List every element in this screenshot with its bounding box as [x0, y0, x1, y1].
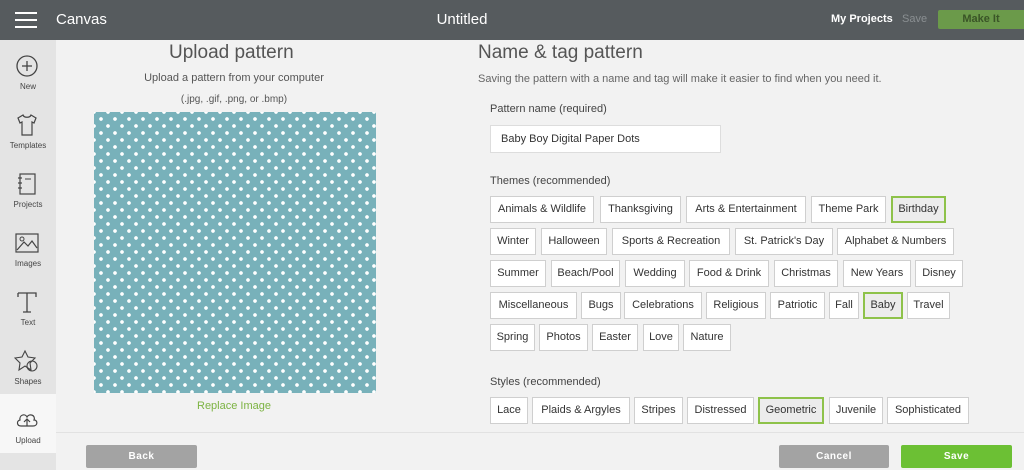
- sidebar-item-shapes[interactable]: Shapes: [0, 335, 56, 394]
- document-title[interactable]: Untitled: [0, 11, 924, 28]
- theme-tag[interactable]: Arts & Entertainment: [686, 196, 806, 223]
- theme-tag[interactable]: Beach/Pool: [551, 260, 620, 287]
- style-tag-selected[interactable]: Geometric: [758, 397, 824, 424]
- theme-tag[interactable]: Patriotic: [770, 292, 825, 319]
- sidebar-item-new[interactable]: New: [0, 40, 56, 99]
- sidebar-item-label: Upload: [15, 436, 41, 445]
- sidebar-item-label: Templates: [9, 141, 47, 150]
- sidebar-item-label: Text: [20, 318, 36, 327]
- theme-tag[interactable]: Photos: [539, 324, 588, 351]
- theme-tag[interactable]: St. Patrick's Day: [735, 228, 833, 255]
- theme-tag[interactable]: Summer: [490, 260, 546, 287]
- back-button[interactable]: Back: [86, 445, 197, 468]
- sidebar-item-label: New: [19, 82, 36, 91]
- theme-tag[interactable]: Thanksgiving: [600, 196, 681, 223]
- pattern-name-input[interactable]: [490, 125, 721, 153]
- name-tag-title: Name & tag pattern: [478, 42, 643, 63]
- theme-tag[interactable]: Christmas: [774, 260, 838, 287]
- sidebar-item-upload[interactable]: Upload: [0, 394, 56, 453]
- theme-tag[interactable]: Theme Park: [811, 196, 886, 223]
- theme-tag-selected[interactable]: Baby: [863, 292, 903, 319]
- pattern-name-label: Pattern name (required): [490, 103, 607, 115]
- style-tag[interactable]: Sophisticated: [887, 397, 969, 424]
- theme-tag[interactable]: New Years: [843, 260, 911, 287]
- make-it-button[interactable]: Make It: [938, 10, 1024, 29]
- theme-tag[interactable]: Animals & Wildlife: [490, 196, 594, 223]
- tshirt-icon: [17, 114, 37, 136]
- sidebar-item-projects[interactable]: Projects: [0, 158, 56, 217]
- theme-tag[interactable]: Halloween: [541, 228, 607, 255]
- theme-tag[interactable]: Wedding: [625, 260, 685, 287]
- theme-tag[interactable]: Miscellaneous: [490, 292, 577, 319]
- replace-image-link[interactable]: Replace Image: [56, 400, 412, 412]
- style-tag[interactable]: Stripes: [634, 397, 683, 424]
- text-t-icon: [17, 292, 37, 313]
- plus-circle-icon: [16, 55, 38, 77]
- theme-tag[interactable]: Sports & Recreation: [612, 228, 730, 255]
- sidebar-item-label: Shapes: [14, 377, 42, 386]
- theme-tag[interactable]: Religious: [706, 292, 766, 319]
- pattern-preview-image: [94, 112, 376, 393]
- theme-tag[interactable]: Food & Drink: [689, 260, 769, 287]
- upload-pattern-title: Upload pattern: [169, 42, 294, 63]
- theme-tag[interactable]: Nature: [683, 324, 731, 351]
- theme-tag[interactable]: Travel: [907, 292, 950, 319]
- styles-label: Styles (recommended): [490, 376, 601, 388]
- theme-tag-selected[interactable]: Birthday: [891, 196, 946, 223]
- theme-tag[interactable]: Bugs: [581, 292, 621, 319]
- theme-tag[interactable]: Easter: [592, 324, 638, 351]
- main-content: Upload pattern Upload a pattern from you…: [56, 40, 1024, 470]
- cloud-upload-icon: [16, 414, 38, 427]
- name-tag-subtitle: Saving the pattern with a name and tag w…: [478, 73, 882, 85]
- cancel-button[interactable]: Cancel: [779, 445, 889, 468]
- sidebar-item-templates[interactable]: Templates: [0, 99, 56, 158]
- theme-tag[interactable]: Love: [643, 324, 679, 351]
- image-icon: [15, 233, 39, 253]
- style-tag[interactable]: Distressed: [687, 397, 754, 424]
- upload-subtitle: Upload a pattern from your computer: [144, 72, 324, 84]
- save-button[interactable]: Save: [901, 445, 1012, 468]
- sidebar-item-label: Projects: [13, 200, 43, 209]
- sidebar-item-text[interactable]: Text: [0, 276, 56, 335]
- sidebar-item-images[interactable]: Images: [0, 217, 56, 276]
- themes-label: Themes (recommended): [490, 175, 611, 187]
- theme-tag[interactable]: Disney: [915, 260, 963, 287]
- theme-tag[interactable]: Fall: [829, 292, 859, 319]
- theme-tag[interactable]: Alphabet & Numbers: [837, 228, 954, 255]
- notebook-icon: [18, 173, 36, 195]
- top-save-button[interactable]: Save: [902, 13, 927, 25]
- shapes-icon: [14, 349, 38, 372]
- style-tag[interactable]: Lace: [490, 397, 528, 424]
- style-tag[interactable]: Plaids & Argyles: [532, 397, 630, 424]
- left-sidebar: New Templates Projects Images Text Shape…: [0, 40, 56, 470]
- upload-formats: (.jpg, .gif, .png, or .bmp): [180, 94, 288, 105]
- theme-tag[interactable]: Winter: [490, 228, 536, 255]
- style-tag[interactable]: Juvenile: [829, 397, 883, 424]
- theme-tag[interactable]: Celebrations: [624, 292, 702, 319]
- top-bar: Canvas Untitled My Projects Save Make It: [0, 0, 1024, 40]
- theme-tag[interactable]: Spring: [490, 324, 535, 351]
- sidebar-item-label: Images: [14, 259, 42, 268]
- my-projects-link[interactable]: My Projects: [831, 13, 893, 25]
